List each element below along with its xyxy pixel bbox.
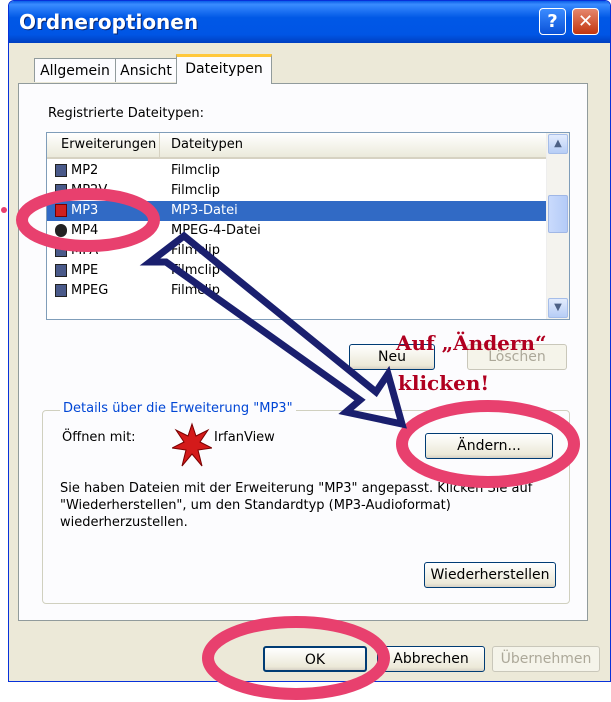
scroll-down-button[interactable]: ▼	[548, 298, 568, 318]
tab-dateitypen[interactable]: Dateitypen	[176, 54, 272, 84]
close-button[interactable]: ✕	[572, 8, 599, 35]
list-item-ext: MPEG	[71, 283, 109, 298]
list-item-ext: MP4	[71, 223, 99, 238]
chevron-up-icon: ▲	[554, 138, 562, 149]
list-item-mp2[interactable]: MP2 Filmclip	[47, 161, 547, 181]
list-item-ext: MP2	[71, 163, 99, 178]
film-icon	[55, 164, 67, 177]
list-item-type: MP3-Datei	[171, 203, 238, 218]
media-icon	[55, 224, 67, 237]
abbrechen-button[interactable]: Abbrechen	[377, 646, 485, 672]
list-item-ext: MP2V	[71, 183, 108, 198]
list-item-mp2v[interactable]: MP2V Filmclip	[47, 181, 547, 201]
film-icon	[55, 184, 67, 197]
window-title: Ordneroptionen	[19, 10, 199, 34]
irfanview-icon	[55, 204, 67, 217]
list-item-type: Filmclip	[171, 243, 221, 258]
list-item-mpa[interactable]: MPA Filmclip	[47, 241, 547, 261]
irfanview-icon	[172, 422, 212, 467]
open-with-app: IrfanView	[214, 430, 275, 445]
list-item-ext: MPE	[71, 263, 99, 278]
wiederherstellen-button[interactable]: Wiederherstellen	[424, 562, 556, 588]
list-item-ext: MP3	[71, 203, 99, 218]
annotation-dot	[1, 207, 7, 213]
list-item-type: Filmclip	[171, 283, 221, 298]
column-header-filetypes[interactable]: Dateitypen	[171, 133, 243, 157]
aendern-button[interactable]: Ändern...	[425, 433, 553, 459]
list-item-mp4[interactable]: MP4 MPEG-4-Datei	[47, 221, 547, 241]
registered-filetypes-label: Registrierte Dateitypen:	[48, 106, 205, 121]
scroll-thumb[interactable]	[548, 195, 568, 233]
column-divider	[159, 133, 160, 157]
list-item-type: Filmclip	[171, 263, 221, 278]
list-item-type: MPEG-4-Datei	[171, 223, 261, 238]
list-item-mpe[interactable]: MPE Filmclip	[47, 261, 547, 281]
uebernehmen-button[interactable]: Übernehmen	[492, 646, 600, 672]
list-item-mpeg[interactable]: MPEG Filmclip	[47, 281, 547, 301]
annotation-line1: Auf „Ändern“	[396, 331, 547, 355]
open-with-label: Öffnen mit:	[62, 430, 136, 445]
close-icon: ✕	[577, 11, 594, 32]
details-legend: Details über die Erweiterung "MP3"	[60, 401, 296, 416]
film-icon	[55, 264, 67, 277]
list-item-type: Filmclip	[171, 183, 221, 198]
list-header: Erweiterungen Dateitypen	[47, 133, 547, 159]
film-icon	[55, 244, 67, 257]
column-header-extensions[interactable]: Erweiterungen	[61, 133, 156, 157]
tab-ansicht[interactable]: Ansicht	[115, 58, 177, 82]
details-message: Sie haben Dateien mit der Erweiterung "M…	[60, 481, 533, 530]
scroll-up-button[interactable]: ▲	[548, 134, 568, 154]
help-icon: ?	[547, 11, 558, 32]
help-button[interactable]: ?	[539, 8, 566, 35]
annotation-line2: klicken!	[398, 371, 490, 395]
tab-allgemein[interactable]: Allgemein	[34, 58, 116, 82]
ok-button[interactable]: OK	[263, 646, 367, 672]
list-scrollbar[interactable]: ▲ ▼	[546, 133, 569, 319]
list-item-type: Filmclip	[171, 163, 221, 178]
filetype-list[interactable]: Erweiterungen Dateitypen MP2 Filmclip MP…	[46, 132, 570, 320]
film-icon	[55, 284, 67, 297]
chevron-down-icon: ▼	[554, 302, 562, 313]
list-item-mp3[interactable]: MP3 MP3-Datei	[47, 201, 547, 221]
title-bar[interactable]: Ordneroptionen ? ✕	[9, 1, 610, 43]
list-item-ext: MPA	[71, 243, 99, 258]
